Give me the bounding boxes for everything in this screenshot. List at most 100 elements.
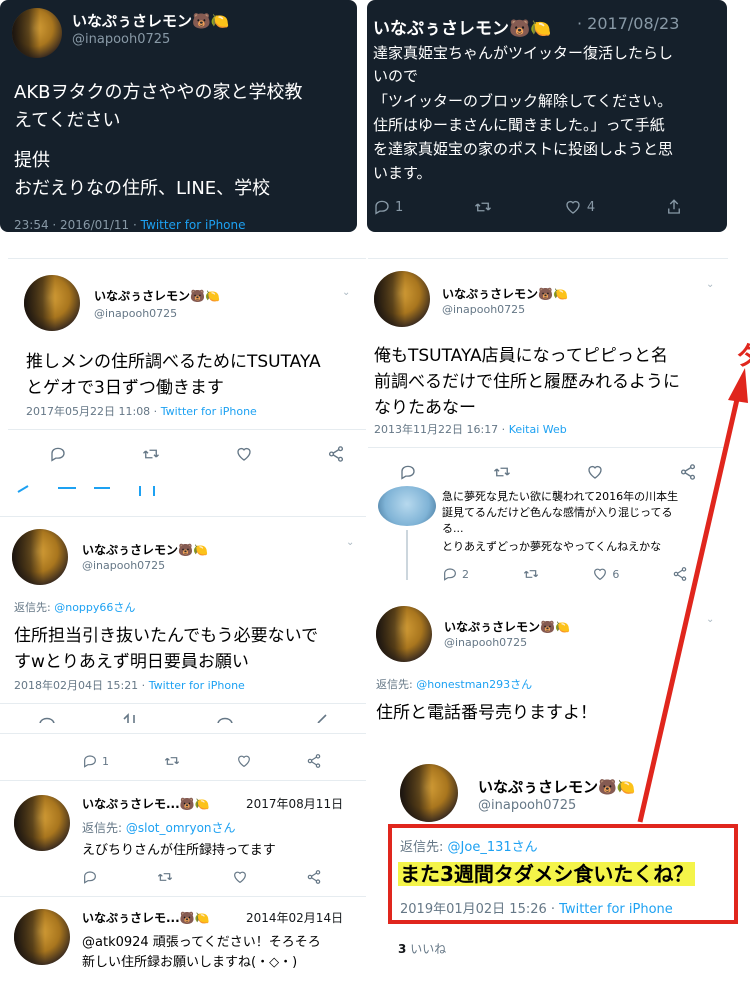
avatar[interactable] [14,909,70,965]
cropped-fragment [14,484,174,500]
tweet-card-6[interactable]: いなぷぅさレモン🐻🍋 @inapooh0725 ⌄ 返信先: @noppy66さ… [0,516,366,776]
source-link[interactable]: Twitter for iPhone [141,218,246,232]
time: 2017年05月22日 11:08 · [26,405,158,418]
user-handle[interactable]: @inapooh0725 [72,32,170,47]
share-icon [668,199,680,214]
tweet-card-3[interactable]: いなぷぅさレモン🐻🍋 @inapooh0725 ⌄ 推しメンの住所調べるためにT… [8,258,366,486]
tweet-actions [48,445,346,463]
user-handle[interactable]: @inapooh0725 [82,559,165,572]
retweet-button[interactable] [473,198,493,216]
share-button[interactable] [665,198,683,216]
reply-button[interactable]: 1 [373,198,403,216]
retweet-icon[interactable] [156,869,174,885]
tweet-timestamp[interactable]: 2018年02月04日 15:21 · Twitter for iPhone [14,677,245,693]
avatar[interactable] [374,271,430,327]
reply-icon[interactable] [82,869,98,885]
user-name[interactable]: いなぷぅさレモン🐻🍋 [373,14,551,39]
reply-to: 返信先: @noppy66さん [14,599,135,615]
user-name[interactable]: いなぷぅさレモン🐻🍋 [444,618,570,635]
reply-icon [444,568,456,581]
retweet-icon[interactable] [140,445,162,463]
avatar[interactable] [400,764,458,822]
avatar[interactable] [12,8,62,58]
chevron-down-icon[interactable]: ⌄ [706,279,714,290]
tweet-card-4[interactable]: いなぷぅさレモン🐻🍋 @inapooh0725 ⌄ 俺もTSUTAYA店員になっ… [368,258,728,480]
source-link[interactable]: Twitter for iPhone [149,679,245,692]
user-name[interactable]: いなぷぅさレモ...🐻🍋 [82,909,210,926]
avatar[interactable] [12,529,68,585]
user-name[interactable]: いなぷぅさレモン🐻🍋 [478,776,635,797]
source-link[interactable]: Keitai Web [509,423,567,436]
user-handle[interactable]: @inapooh0725 [478,798,576,813]
share-icon[interactable] [326,445,346,463]
side-annotation-char: タ [736,342,750,372]
tweet-text-line: とゲオで3日ずつ働きます [26,378,224,398]
like-count: 6 [612,567,620,581]
user-handle[interactable]: @inapooh0725 [444,636,527,649]
share-icon[interactable] [306,869,322,885]
chevron-down-icon[interactable]: ⌄ [342,287,350,298]
time: 2013年11月22日 16:17 · [374,423,506,436]
tweet-card-dark-2[interactable]: いなぷぅさレモン🐻🍋 · 2017/08/23 達家真姫宝ちゃんがツイッター復活… [367,0,727,232]
tweet-card-8[interactable]: いなぷぅさレモ...🐻🍋 2017年08月11日 返信先: @slot_omry… [0,780,366,890]
heart-icon[interactable] [234,445,254,463]
tweet-text-line: 新しい住所録お願いしますね(・◇・) [82,955,298,970]
divider [368,447,728,448]
chevron-down-icon[interactable]: ⌄ [346,537,354,548]
share-icon[interactable] [306,753,322,769]
retweet-icon[interactable] [491,463,513,481]
likes-summary[interactable]: 3 いいね [398,940,446,957]
user-name[interactable]: いなぷぅさレモン🐻🍋 [442,285,568,302]
user-name[interactable]: いなぷぅさレモン🐻🍋 [94,287,220,304]
share-icon[interactable] [672,566,688,582]
reply-to-link[interactable]: @honestman293さん [416,678,532,691]
user-handle[interactable]: @inapooh0725 [442,303,525,316]
tweet-actions [82,869,322,885]
retweet-icon[interactable] [163,753,181,769]
reply-to: 返信先: @honestman293さん [376,676,532,692]
tweet-card-10[interactable]: いなぷぅさレモ...🐻🍋 2014年02月14日 @atk0924 頑張ってくだ… [0,896,366,990]
avatar[interactable] [24,275,80,331]
reply-icon[interactable] [48,445,68,463]
like-count: 4 [586,199,596,215]
heart-icon[interactable] [236,753,252,769]
tweet-text-line: 「ツイッターのブロック解除してください。 [373,92,673,110]
reply-icon[interactable] [398,463,418,481]
user-name[interactable]: いなぷぅさレモ...🐻🍋 [82,795,210,812]
reply-button[interactable]: 1 [82,753,109,769]
tweet-card-5[interactable]: 急に夢死な見たい欲に襲われて2016年の川本生 誕見てるんだけど色んな感情が入り… [368,482,728,592]
tweet-timestamp[interactable]: 23:54 · 2016/01/11 · Twitter for iPhone [14,218,246,232]
reply-to-link[interactable]: @slot_omryonさん [126,821,236,835]
user-handle[interactable]: @inapooh0725 [94,307,177,320]
tweet-text-line: 誕見てるんだけど色んな感情が入り混じってる [442,506,673,519]
heart-icon[interactable] [585,463,605,481]
tweet-text-line: 住所と電話番号売りますよ！ [376,703,597,723]
tweet-actions: 1 4 [373,198,683,216]
tweet-text-line: とりあえずどっか夢死なやってくんねえかな [442,540,662,553]
retweet-icon[interactable] [522,566,540,582]
tweet-card-7[interactable]: いなぷぅさレモン🐻🍋 @inapooh0725 ⌄ 返信先: @honestma… [368,598,728,728]
avatar[interactable] [378,486,436,526]
avatar[interactable] [376,606,432,662]
tweet-card-dark-1[interactable]: いなぷぅさレモン🐻🍋 @inapooh0725 AKBヲタクの方さややの家と学校… [0,0,357,232]
reply-count: 1 [395,199,404,215]
tweet-text-line: 急に夢死な見たい欲に襲われて2016年の川本生 [442,490,679,503]
divider [0,703,366,704]
user-name[interactable]: いなぷぅさレモン🐻🍋 [82,541,208,558]
tweet-timestamp[interactable]: 2013年11月22日 16:17 · Keitai Web [374,421,567,437]
tweet-text-line: 俺もTSUTAYA店員になってピピっと名 [374,346,668,366]
share-icon[interactable] [678,463,698,481]
user-name[interactable]: いなぷぅさレモン🐻🍋 [72,10,229,31]
like-button[interactable]: 6 [592,566,619,582]
reply-to-link[interactable]: @noppy66さん [54,601,135,614]
source-link[interactable]: Twitter for iPhone [161,405,257,418]
heart-icon[interactable] [232,869,248,885]
tweet-text-line: おだえりなの住所、LINE、学校 [14,178,271,199]
tweet-timestamp[interactable]: 2017年05月22日 11:08 · Twitter for iPhone [26,403,257,419]
reply-button[interactable]: 2 [442,566,469,582]
tweet-actions: 2 6 [442,566,688,582]
chevron-down-icon[interactable]: ⌄ [706,614,714,625]
like-button[interactable]: 4 [563,198,595,216]
avatar[interactable] [14,795,70,851]
reply-label: 返信先: [14,601,51,614]
